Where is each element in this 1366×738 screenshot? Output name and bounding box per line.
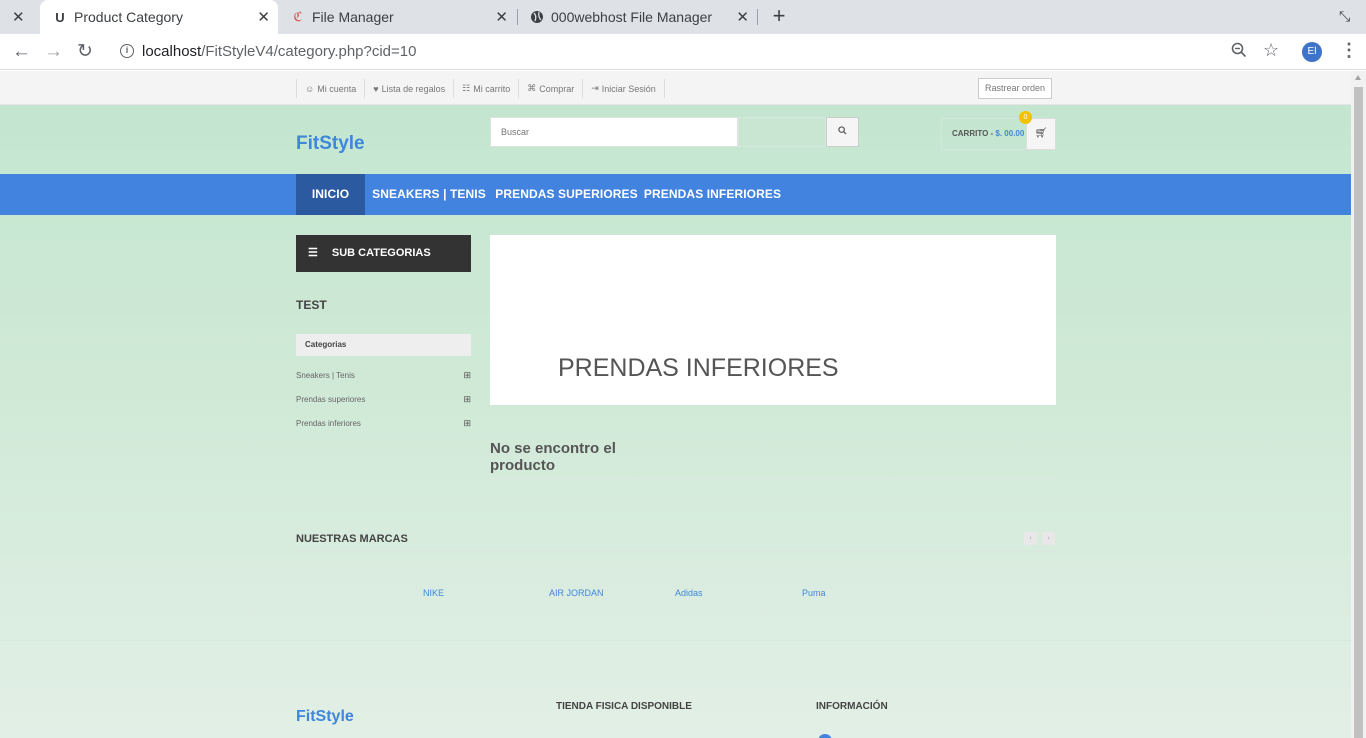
brands-next-icon[interactable]: › <box>1042 532 1055 545</box>
account-links: ☺ Mi cuenta ♥ Lista de regalos ☷ Mi carrito… <box>296 79 665 98</box>
back-arrow-icon[interactable]: ← <box>12 42 31 62</box>
nav-prendas-inferiores[interactable]: PRENDAS INFERIORES <box>640 174 785 215</box>
cart-label: CARRITO - <box>952 129 996 138</box>
cart-count-badge: 0 <box>1019 111 1032 124</box>
footer-logo[interactable]: FitStyle <box>296 708 354 726</box>
login-icon: ⇥ <box>591 83 599 93</box>
brands-prev-icon[interactable]: ‹ <box>1024 532 1037 545</box>
expand-plus-icon[interactable]: ⊞ <box>463 394 471 405</box>
link-label: Comprar <box>539 83 575 94</box>
cart-icon: 🛒︎ <box>1034 128 1048 139</box>
reload-icon[interactable]: ↻ <box>77 42 93 62</box>
expand-plus-icon[interactable]: ⊞ <box>463 418 471 429</box>
category-label: Prendas superiores <box>296 395 366 404</box>
expand-plus-icon[interactable]: ⊞ <box>463 370 471 381</box>
category-title: PRENDAS INFERIORES <box>558 354 839 382</box>
main-navigation: INICIO SNEAKERS | TENIS PRENDAS SUPERIOR… <box>0 174 1351 215</box>
categories-label: Categorias <box>296 334 471 356</box>
search-icon <box>838 126 847 135</box>
tab-file-manager[interactable]: ℭ File Manager ✕ <box>278 0 516 34</box>
close-tab-icon[interactable]: ✕ <box>736 8 749 26</box>
link-label: Mi carrito <box>473 83 511 94</box>
link-label: Mi cuenta <box>317 83 357 94</box>
page-scrollbar[interactable] <box>1351 71 1366 738</box>
scroll-up-icon[interactable] <box>1355 75 1361 80</box>
profile-avatar[interactable]: El <box>1302 42 1322 62</box>
link-lista-de-regalos[interactable]: ♥ Lista de regalos <box>364 79 453 98</box>
brand-link-puma[interactable]: Puma <box>802 588 826 598</box>
browser-tab-strip: ✕ U Product Category ✕ ℭ File Manager ✕ … <box>0 0 1366 34</box>
link-mi-carrito[interactable]: ☷ Mi carrito <box>453 79 518 98</box>
footer-divider <box>0 640 1351 641</box>
link-comprar[interactable]: ⌘ Comprar <box>518 79 582 98</box>
footer-info-heading: INFORMACIÓN <box>816 701 888 712</box>
url-text[interactable]: localhost/FitStyleV4/category.php?cid=10 <box>142 43 416 60</box>
site-info-icon[interactable]: i <box>120 44 134 58</box>
heart-icon: ♥ <box>373 83 379 94</box>
track-order-button[interactable]: Rastrear orden <box>978 78 1052 99</box>
page-content: ☺ Mi cuenta ♥ Lista de regalos ☷ Mi carrito… <box>0 71 1351 738</box>
nav-inicio[interactable]: INICIO <box>296 174 365 215</box>
url-path: /FitStyleV4/category.php?cid=10 <box>201 43 417 60</box>
cart-amount: $. 00.00 <box>995 129 1025 138</box>
sidebar-item-sneakers[interactable]: Sneakers | Tenis ⊞ <box>296 370 471 381</box>
footer-store-heading: TIENDA FISICA DISPONIBLE <box>556 701 692 712</box>
tab-divider <box>757 9 758 25</box>
list-icon: ☰ <box>308 247 318 259</box>
nav-sneakers-tenis[interactable]: SNEAKERS | TENIS <box>365 174 493 215</box>
bookmark-star-icon[interactable]: ☆ <box>1263 40 1279 61</box>
sidebar-item-prendas-inferiores[interactable]: Prendas inferiores ⊞ <box>296 418 471 429</box>
address-bar[interactable]: i localhost/FitStyleV4/category.php?cid=… <box>110 38 1230 66</box>
sidebar-section-title: TEST <box>296 298 327 312</box>
brand-link-adidas[interactable]: Adidas <box>675 588 703 598</box>
close-tab-icon[interactable]: ✕ <box>257 8 270 26</box>
tab-title: 000webhost File Manager <box>551 9 713 25</box>
link-mi-cuenta[interactable]: ☺ Mi cuenta <box>296 79 364 98</box>
nav-prendas-superiores[interactable]: PRENDAS SUPERIORES <box>493 174 640 215</box>
close-tab-icon[interactable]: ✕ <box>495 8 508 26</box>
message-line: producto <box>490 457 555 474</box>
top-utility-bar: ☺ Mi cuenta ♥ Lista de regalos ☷ Mi carrito… <box>0 71 1351 105</box>
forward-arrow-icon[interactable]: → <box>44 42 63 62</box>
file-manager-icon: ℭ <box>293 9 303 24</box>
tab-title: File Manager <box>312 9 394 25</box>
globe-icon <box>529 9 545 25</box>
tab-title: Product Category <box>74 9 183 25</box>
url-host: localhost <box>142 43 202 60</box>
brand-link-air-jordan[interactable]: AIR JORDAN <box>549 588 604 598</box>
tab-000webhost-file-manager[interactable]: 000webhost File Manager ✕ <box>517 0 757 34</box>
close-icon[interactable]: ✕ <box>12 8 25 26</box>
search-category-select[interactable] <box>738 117 826 147</box>
no-products-message: No se encontro el producto <box>490 440 1056 479</box>
user-icon: ☺ <box>305 83 315 94</box>
restore-window-icon[interactable]: ⤡ <box>1339 8 1350 25</box>
search-button[interactable] <box>826 117 859 147</box>
scrollbar-thumb[interactable] <box>1354 87 1363 738</box>
link-label: Lista de regalos <box>381 83 446 94</box>
site-logo[interactable]: FitStyle <box>296 133 365 155</box>
subcategories-title: SUB CATEGORIAS <box>331 247 431 259</box>
key-icon: ⌘ <box>527 83 537 93</box>
cart-icon: ☷ <box>462 83 471 93</box>
sidebar-item-prendas-superiores[interactable]: Prendas superiores ⊞ <box>296 394 471 405</box>
browser-menu-icon[interactable]: ⋮ <box>1340 40 1358 61</box>
link-iniciar-sesion[interactable]: ⇥ Iniciar Sesión <box>582 79 665 98</box>
category-banner: PRENDAS INFERIORES <box>490 235 1056 405</box>
link-label: Iniciar Sesión <box>601 83 656 94</box>
subcategories-header[interactable]: ☰ SUB CATEGORIAS <box>296 235 471 272</box>
category-label: Sneakers | Tenis <box>296 371 355 380</box>
search-input[interactable] <box>490 117 738 147</box>
browser-toolbar: ← → ↻ i localhost/FitStyleV4/category.ph… <box>0 34 1366 70</box>
brand-link-nike[interactable]: NIKE <box>423 588 444 598</box>
tab-product-category[interactable]: U Product Category ✕ <box>40 0 278 34</box>
message-line: No se encontro el <box>490 440 616 457</box>
cart-button[interactable]: 🛒︎ <box>1026 118 1056 150</box>
info-bullet-icon <box>818 734 832 738</box>
site-favicon-icon: U <box>55 9 65 25</box>
cart-summary[interactable]: CARRITO - $. 00.00 <box>941 118 1027 150</box>
new-tab-icon[interactable]: + <box>768 5 790 27</box>
zoom-icon[interactable] <box>1231 42 1247 63</box>
category-label: Prendas inferiores <box>296 419 361 428</box>
brands-title: NUESTRAS MARCAS <box>296 533 1056 552</box>
